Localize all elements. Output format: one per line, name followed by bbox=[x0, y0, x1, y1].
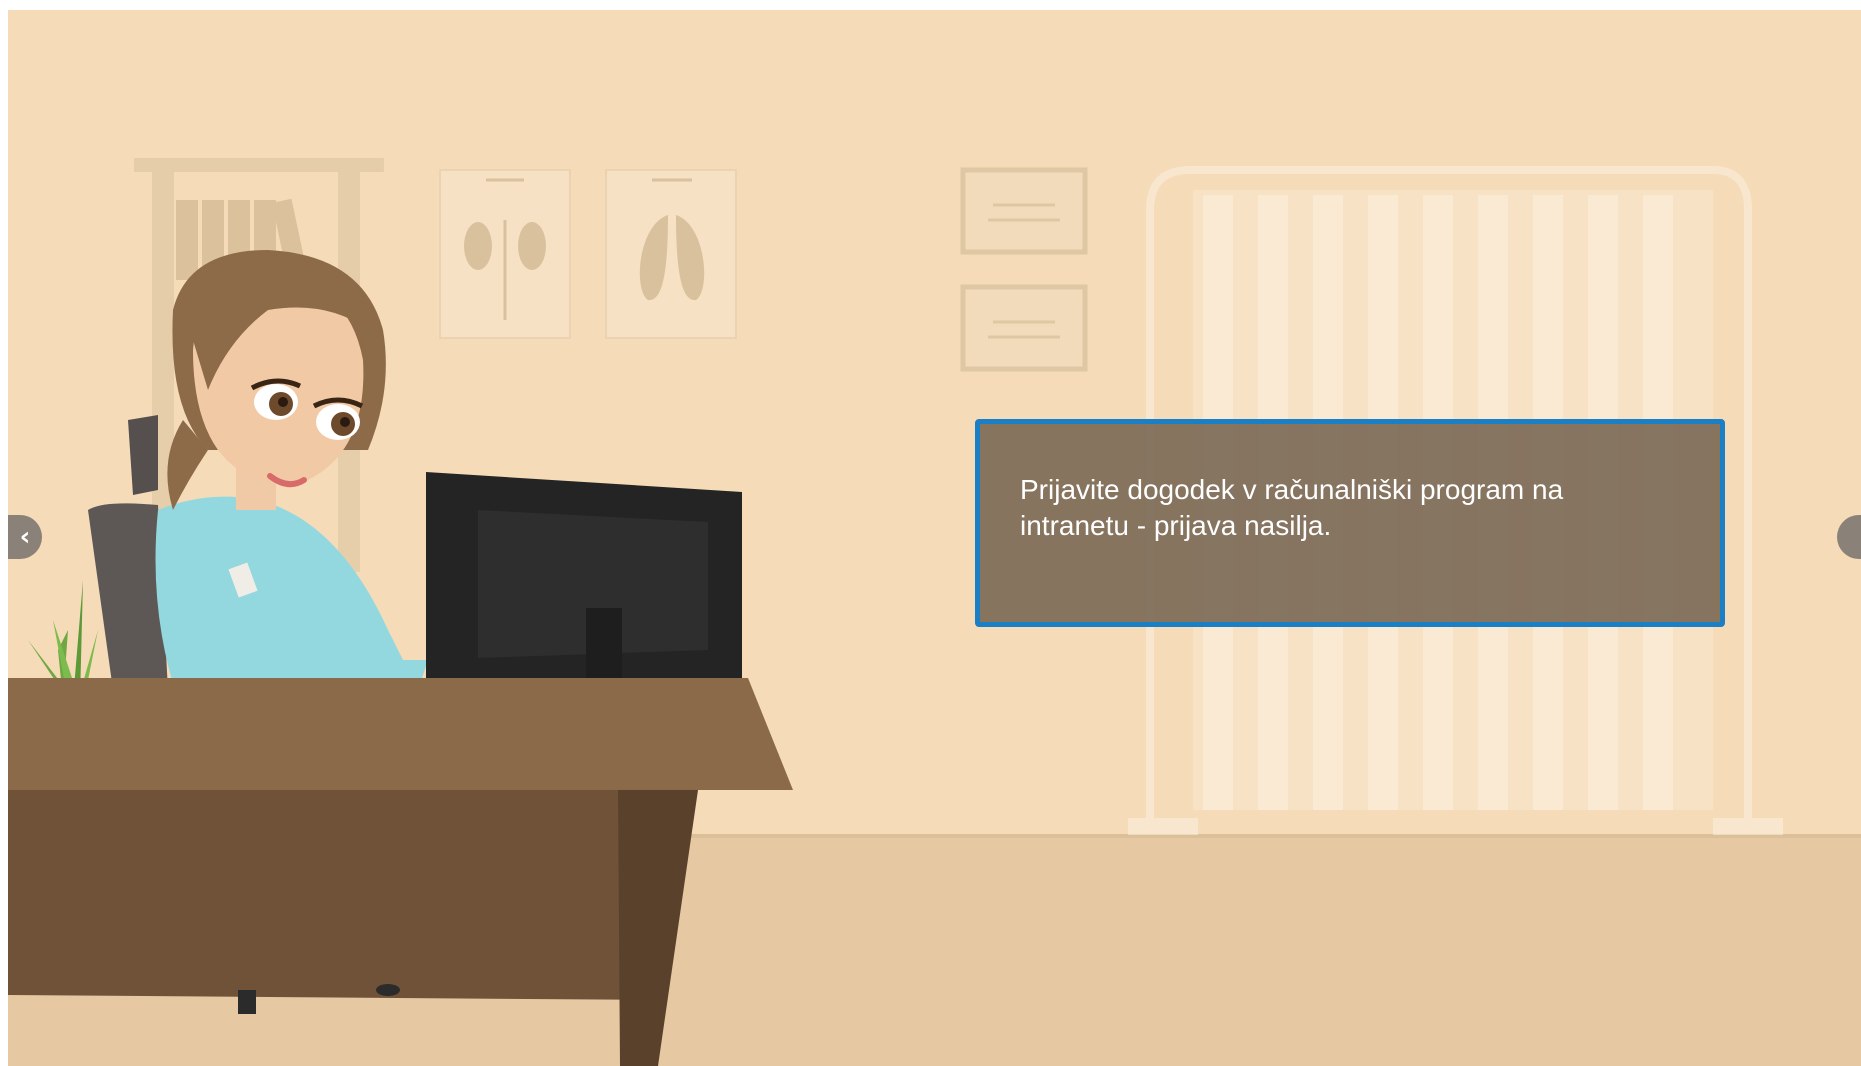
instruction-textbox: Prijavite dogodek v računalniški program… bbox=[975, 419, 1725, 627]
kidney-poster bbox=[439, 169, 571, 339]
instruction-text: Prijavite dogodek v računalniški program… bbox=[1020, 474, 1564, 541]
lungs-poster bbox=[605, 169, 737, 339]
chevron-left-icon: ‹ bbox=[19, 522, 31, 552]
